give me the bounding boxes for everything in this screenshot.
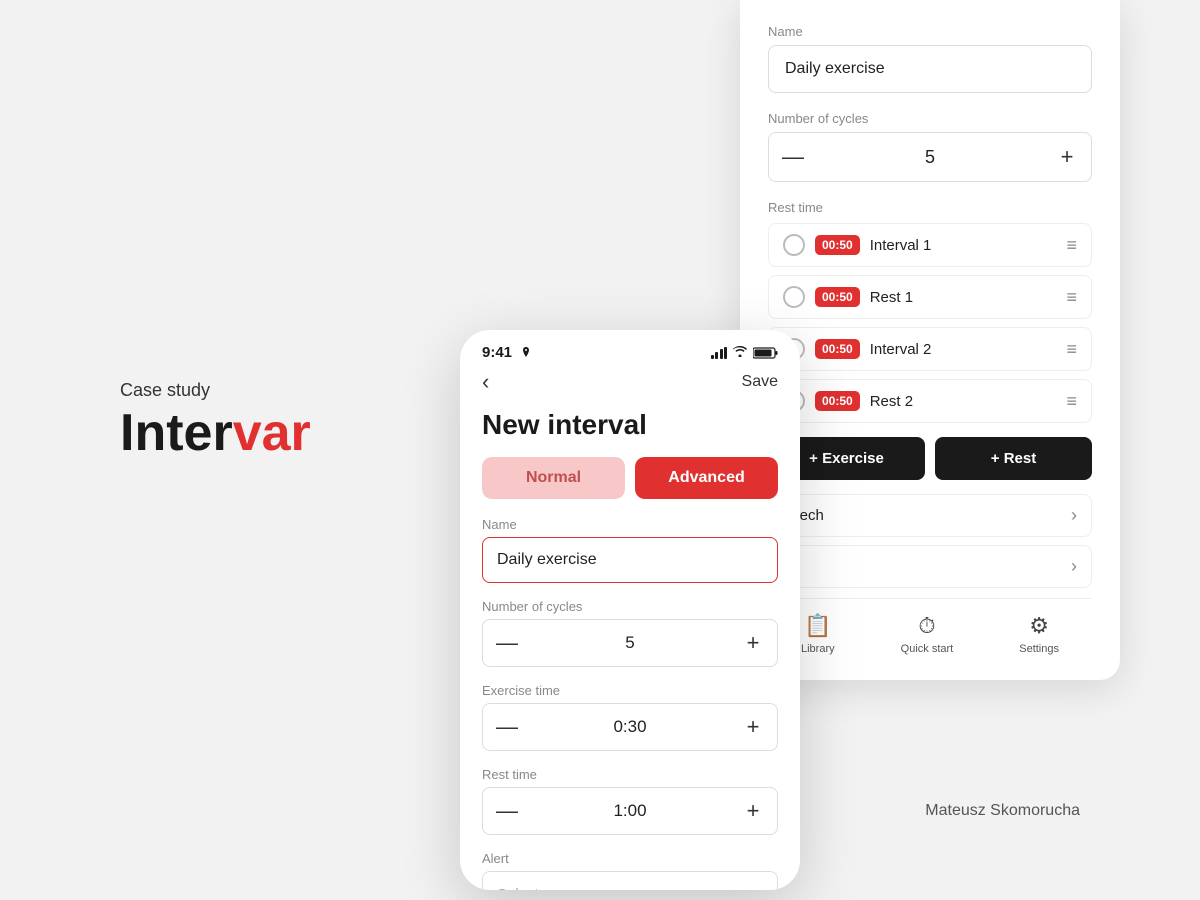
phone-exercise-value: 0:30 [531, 717, 729, 737]
phone-status-icons [711, 345, 779, 360]
dp-rest-label: Rest time [768, 200, 1092, 215]
normal-toggle-button[interactable]: Normal [482, 457, 625, 499]
dp-cycles-value: 5 [817, 147, 1043, 168]
wifi-signal-icon [732, 345, 748, 357]
dp-chevron-speech: › [1071, 505, 1077, 526]
dp-nav-quickstart-label: Quick start [901, 643, 954, 655]
dp-cycles-label: Number of cycles [768, 111, 1092, 126]
dp-add-rest-button[interactable]: + Rest [935, 437, 1092, 480]
phone-time: 9:41 [482, 344, 533, 361]
dp-add-row: + Exercise + Rest [768, 437, 1092, 480]
case-study-label: Case study [120, 380, 311, 401]
dp-time-badge-0: 00:50 [815, 235, 860, 255]
dp-interval-name-2: Interval 2 [870, 341, 1057, 358]
dp-nav-speech[interactable]: peech › [768, 494, 1092, 537]
phone-card: 9:41 ‹ Sav [460, 330, 800, 890]
phone-exercise-minus[interactable]: — [483, 704, 531, 750]
phone-cycles-label: Number of cycles [482, 599, 778, 614]
dp-cycles-minus[interactable]: — [769, 133, 817, 181]
phone-cycles-plus[interactable]: + [729, 620, 777, 666]
dp-bottom-nav: 📋 Library ⏱ Quick start ⚙ Settings [768, 598, 1092, 671]
brand-title: Intervar [120, 407, 311, 459]
phone-exercise-plus[interactable]: + [729, 704, 777, 750]
library-icon: 📋 [804, 613, 831, 639]
phone-status-bar: 9:41 [460, 330, 800, 361]
dp-time-badge-3: 00:50 [815, 391, 860, 411]
phone-alert-label: Alert [482, 851, 778, 866]
phone-alert-text: Select... [497, 886, 551, 891]
dp-cycles-plus[interactable]: + [1043, 133, 1091, 181]
phone-cycles-stepper: — 5 + [482, 619, 778, 667]
dp-interval-row-3: 00:50 Rest 2 ≡ [768, 379, 1092, 423]
brand-title-red: var [233, 404, 311, 462]
dp-time-badge-2: 00:50 [815, 339, 860, 359]
brand-title-black: Inter [120, 404, 233, 462]
phone-alert-row: Select... › [482, 871, 778, 890]
phone-rest-time-label: Rest time [482, 767, 778, 782]
dp-interval-row-1: 00:50 Rest 1 ≡ [768, 275, 1092, 319]
dp-nav-empty[interactable]: › [768, 545, 1092, 588]
dp-interval-row-0: 00:50 Interval 1 ≡ [768, 223, 1092, 267]
phone-rest-minus[interactable]: — [483, 788, 531, 834]
dp-menu-icon-2[interactable]: ≡ [1066, 339, 1077, 360]
dp-nav-settings-label: Settings [1019, 643, 1059, 655]
dp-interval-name-0: Interval 1 [870, 237, 1057, 254]
dp-nav-library-label: Library [801, 643, 835, 655]
signal-icon [711, 347, 728, 359]
phone-rest-value: 1:00 [531, 801, 729, 821]
phone-toggle-row: Normal Advanced [460, 457, 800, 517]
phone-form: Name Number of cycles — 5 + Exercise tim… [460, 517, 800, 890]
dp-time-badge-1: 00:50 [815, 287, 860, 307]
dp-interval-name-3: Rest 2 [870, 393, 1057, 410]
phone-rest-plus[interactable]: + [729, 788, 777, 834]
dp-name-input[interactable] [768, 45, 1092, 93]
dp-chevron-empty: › [1071, 556, 1077, 577]
back-button[interactable]: ‹ [482, 369, 489, 395]
battery-icon [753, 347, 778, 359]
author-name: Mateusz Skomorucha [925, 802, 1080, 820]
settings-icon: ⚙ [1029, 613, 1049, 639]
phone-cycles-value: 5 [531, 633, 729, 653]
phone-name-input[interactable] [482, 537, 778, 583]
dp-cycles-stepper: — 5 + [768, 132, 1092, 182]
dp-menu-icon-0[interactable]: ≡ [1066, 235, 1077, 256]
dp-menu-icon-1[interactable]: ≡ [1066, 287, 1077, 308]
brand-section: Case study Intervar [120, 380, 311, 459]
dp-interval-row-2: 00:50 Interval 2 ≡ [768, 327, 1092, 371]
dp-nav-library[interactable]: 📋 Library [801, 613, 835, 655]
dp-nav-quickstart[interactable]: ⏱ Quick start [901, 613, 954, 655]
dp-name-label: Name [768, 24, 1092, 39]
dp-circle-0 [783, 234, 805, 256]
phone-exercise-stepper: — 0:30 + [482, 703, 778, 751]
dp-menu-icon-3[interactable]: ≡ [1066, 391, 1077, 412]
dp-circle-1 [783, 286, 805, 308]
phone-exercise-time-label: Exercise time [482, 683, 778, 698]
location-icon [519, 346, 533, 360]
phone-rest-stepper: — 1:00 + [482, 787, 778, 835]
phone-cycles-minus[interactable]: — [483, 620, 531, 666]
wifi-icon [732, 345, 748, 360]
phone-alert-chevron[interactable]: › [757, 884, 763, 891]
phone-header: ‹ Save [460, 361, 800, 395]
phone-name-label: Name [482, 517, 778, 532]
phone-title: New interval [460, 395, 800, 457]
advanced-toggle-button[interactable]: Advanced [635, 457, 778, 499]
quickstart-icon: ⏱ [918, 613, 935, 639]
save-button[interactable]: Save [742, 373, 778, 391]
dp-nav-settings[interactable]: ⚙ Settings [1019, 613, 1059, 655]
dp-interval-name-1: Rest 1 [870, 289, 1057, 306]
